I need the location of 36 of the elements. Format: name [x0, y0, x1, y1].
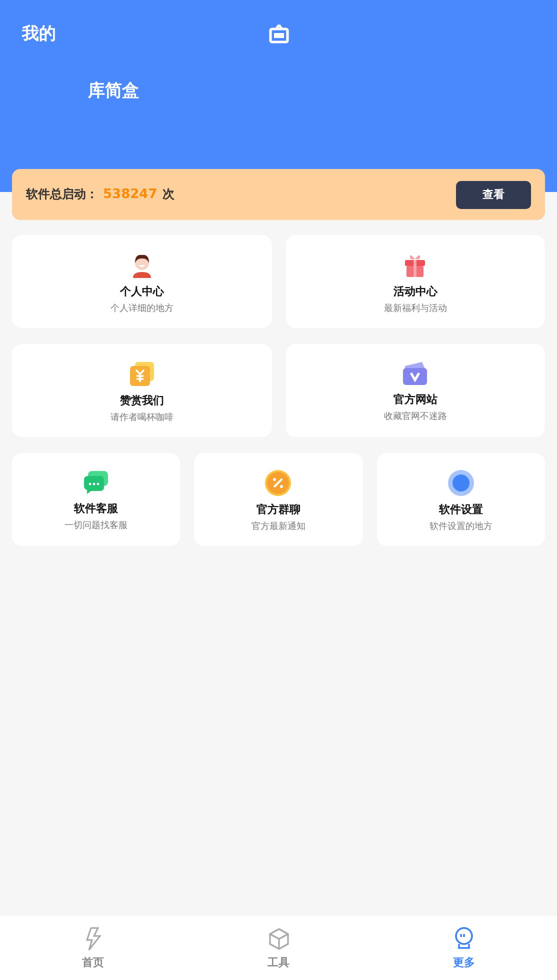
box-icon [268, 22, 290, 44]
card-subtitle: 软件设置的地方 [429, 520, 492, 533]
card-subtitle: 最新福利与活动 [384, 302, 447, 315]
menu-card[interactable]: 赞赏我们 请作者喝杯咖啡 [12, 344, 272, 437]
card-subtitle: 收藏官网不迷路 [384, 410, 447, 423]
menu-card[interactable]: 官方网站 收藏官网不迷路 [286, 344, 545, 437]
view-button[interactable]: 查看 [456, 180, 531, 208]
page-title: 我的 [22, 23, 57, 45]
coin-icon [128, 361, 155, 387]
launch-count-label: 软件总启动： [26, 186, 98, 203]
chat-icon [83, 471, 110, 495]
percent-icon [265, 470, 292, 496]
app-name: 库简盒 [88, 80, 140, 102]
menu-card[interactable]: 活动中心 最新福利与活动 [286, 235, 545, 328]
launch-count: 538247 [103, 187, 158, 202]
card-subtitle: 一切问题找客服 [64, 520, 128, 532]
card-title: 官方网站 [393, 392, 438, 407]
card-title: 赞赏我们 [120, 393, 164, 408]
tab-item[interactable]: 更多 [371, 916, 557, 980]
card-title: 活动中心 [393, 284, 438, 299]
launch-count-unit: 次 [162, 186, 174, 203]
menu-card[interactable]: 个人中心 个人详细的地方 [12, 235, 272, 328]
robot-icon [453, 926, 476, 950]
envelope-icon [402, 362, 428, 386]
card-title: 软件设置 [438, 502, 483, 517]
card-title: 个人中心 [120, 284, 164, 299]
circle-icon [448, 470, 474, 496]
card-subtitle: 个人详细的地方 [110, 302, 174, 315]
menu-card[interactable]: 软件设置 软件设置的地方 [376, 453, 545, 546]
card-title: 官方群聊 [256, 502, 300, 517]
card-title: 软件客服 [74, 501, 118, 516]
card-subtitle: 官方最新通知 [251, 520, 306, 533]
menu-card[interactable]: 官方群聊 官方最新通知 [194, 453, 363, 546]
cube-icon [268, 926, 290, 950]
card-subtitle: 请作者喝杯咖啡 [110, 412, 174, 424]
menu-card[interactable]: 软件客服 一切问题找客服 [12, 453, 180, 546]
